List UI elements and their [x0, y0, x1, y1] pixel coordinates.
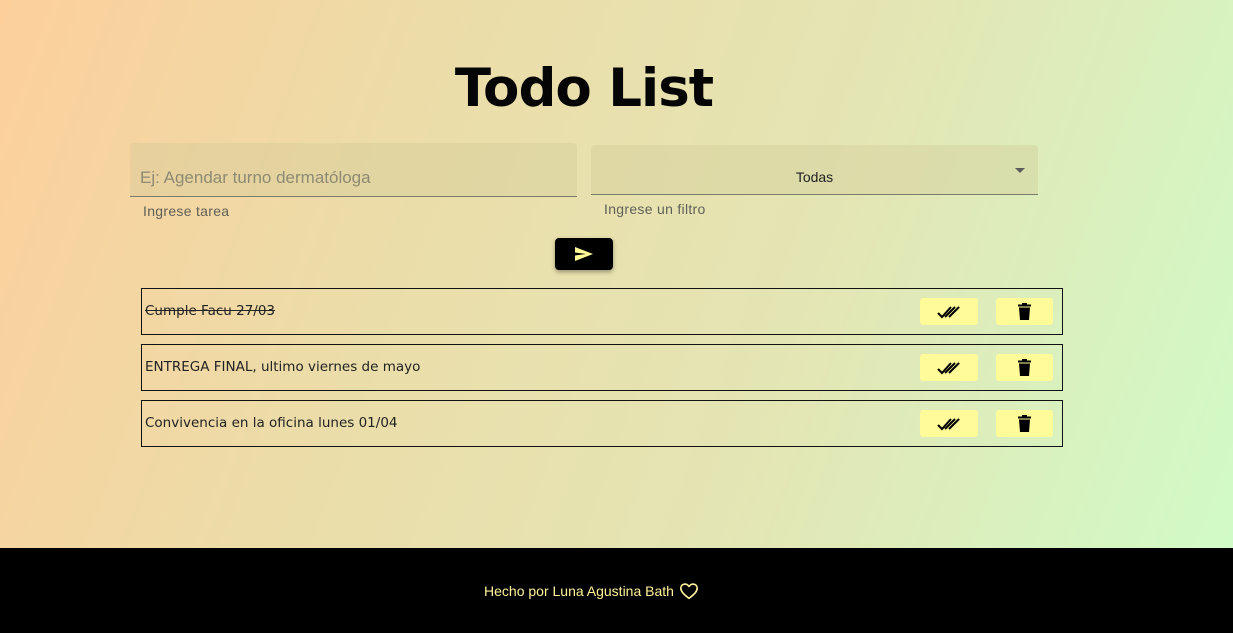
footer-credit-text: Hecho por Luna Agustina Bath	[484, 582, 674, 599]
double-check-icon	[937, 361, 960, 374]
heart-icon	[679, 582, 698, 599]
todo-item: Convivencia en la oficina lunes 01/04	[141, 400, 1063, 447]
trash-icon	[1018, 303, 1031, 320]
trash-icon	[1018, 359, 1031, 376]
dropdown-arrow-icon[interactable]	[1015, 168, 1025, 173]
delete-todo-button[interactable]	[996, 298, 1053, 325]
footer: Hecho por Luna Agustina Bath	[0, 548, 1233, 633]
task-input[interactable]	[130, 143, 577, 196]
filter-select[interactable]: Todas	[591, 145, 1038, 195]
page-title: Todo List	[454, 58, 714, 119]
trash-icon	[1018, 415, 1031, 432]
complete-todo-button[interactable]	[920, 298, 978, 325]
send-icon	[575, 247, 593, 261]
complete-todo-button[interactable]	[920, 410, 978, 437]
todo-item-text: ENTREGA FINAL, ultimo viernes de mayo	[145, 359, 421, 375]
double-check-icon	[937, 417, 960, 430]
task-field[interactable]	[130, 143, 577, 197]
todo-item-text: Convivencia en la oficina lunes 01/04	[145, 415, 398, 431]
filter-selected-value: Todas	[795, 169, 834, 185]
footer-credit: Hecho por Luna Agustina Bath	[484, 582, 699, 600]
delete-todo-button[interactable]	[996, 354, 1053, 381]
delete-todo-button[interactable]	[996, 410, 1053, 437]
complete-todo-button[interactable]	[920, 354, 978, 381]
task-helper-text: Ingrese tarea	[143, 203, 230, 219]
filter-helper-text: Ingrese un filtro	[604, 201, 706, 217]
double-check-icon	[937, 305, 960, 318]
todo-item-text: Cumple Facu 27/03	[145, 303, 276, 319]
todo-item: Cumple Facu 27/03	[141, 288, 1063, 335]
todo-item: ENTREGA FINAL, ultimo viernes de mayo	[141, 344, 1063, 391]
submit-task-button[interactable]	[555, 238, 613, 270]
